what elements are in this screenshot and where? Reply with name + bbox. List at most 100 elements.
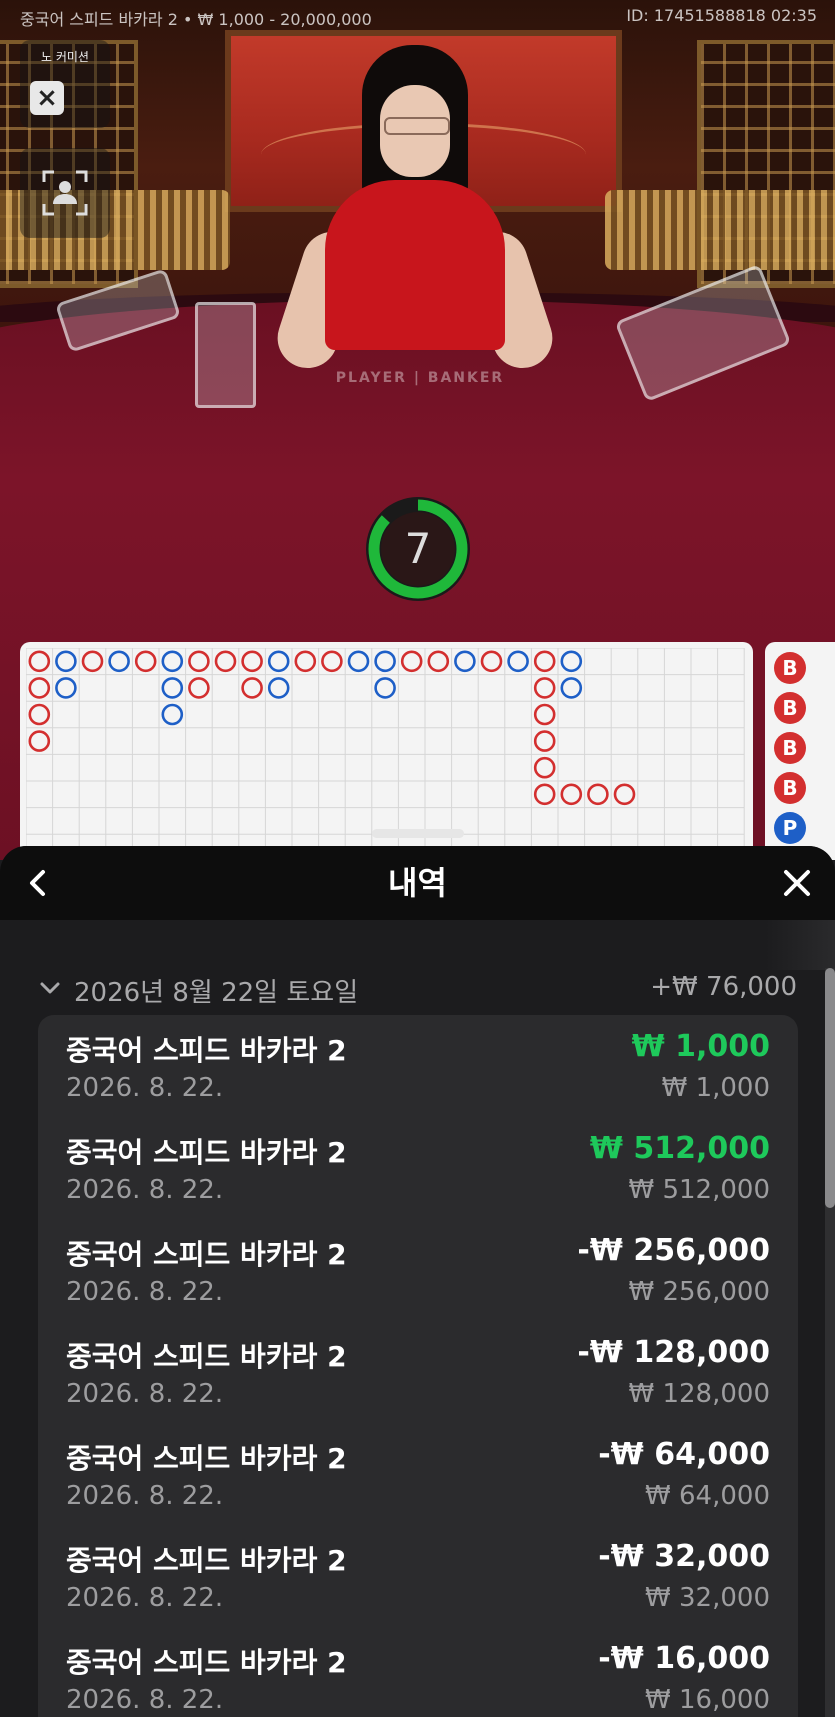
item-amount: -₩ 64,000	[598, 1437, 770, 1472]
road-mark	[374, 650, 396, 673]
road-mark	[134, 650, 157, 673]
road-mark	[374, 677, 396, 699]
bead-mark: B	[774, 732, 806, 764]
history-item[interactable]: 중국어 스피드 바카라 2 2026. 8. 22. -₩ 256,000 ₩ 256…	[38, 1219, 798, 1321]
live-video: PLAYER | BANKER 중국어 스피드 바카라 2 • ₩ 1,000 …	[0, 0, 835, 860]
road-mark	[28, 677, 51, 699]
road-mark	[533, 677, 556, 699]
sheet-drag-handle[interactable]	[372, 829, 464, 838]
close-icon[interactable]	[777, 863, 817, 903]
road-mark	[161, 677, 184, 699]
history-item[interactable]: 중국어 스피드 바카라 2 2026. 8. 22. -₩ 64,000 ₩ 64,0…	[38, 1423, 798, 1525]
item-amount: -₩ 256,000	[577, 1233, 770, 1268]
svg-text:B: B	[782, 776, 797, 800]
item-amount: -₩ 128,000	[577, 1335, 770, 1370]
svg-text:B: B	[782, 696, 797, 720]
road-mark	[533, 730, 556, 752]
item-game-name: 중국어 스피드 바카라 2	[66, 1238, 347, 1271]
gold-rail-right	[605, 190, 835, 270]
road-mark	[161, 650, 184, 673]
round-id: ID: 17451588818 02:35	[626, 6, 817, 25]
history-item[interactable]: 중국어 스피드 바카라 2 2026. 8. 22. -₩ 128,000 ₩ 128…	[38, 1321, 798, 1423]
road-mark	[188, 650, 210, 673]
svg-text:B: B	[782, 736, 797, 760]
chevron-down-icon	[40, 982, 60, 994]
table-print: PLAYER | BANKER	[335, 370, 505, 386]
road-mark	[560, 783, 583, 806]
road-mark	[400, 650, 423, 673]
history-item[interactable]: 중국어 스피드 바카라 2 2026. 8. 22. -₩ 16,000 ₩ 16,0…	[38, 1627, 798, 1717]
history-header: 내역	[0, 846, 835, 920]
road-mark	[55, 650, 77, 673]
history-sheet: 내역 2026년 8월 22일 토요일 +₩ 76,000 중국어 스피드 바카…	[0, 846, 835, 1717]
road-mark	[427, 650, 450, 673]
date-group-label: 2026년 8월 22일 토요일	[74, 978, 359, 1008]
commission-label: 노 커미션	[41, 50, 89, 64]
item-stake: ₩ 64,000	[645, 1481, 770, 1511]
road-mark	[533, 756, 556, 779]
item-game-name: 중국어 스피드 바카라 2	[66, 1442, 347, 1475]
bead-mark: B	[774, 692, 806, 724]
road-mark	[533, 703, 556, 726]
bead-road[interactable]: BBBBP	[765, 642, 835, 860]
svg-text:B: B	[782, 656, 797, 680]
item-date: 2026. 8. 22.	[66, 1379, 224, 1409]
item-amount: ₩ 1,000	[631, 1029, 770, 1064]
bead-mark: B	[774, 772, 806, 804]
history-item[interactable]: 중국어 스피드 바카라 2 2026. 8. 22. ₩ 512,000 ₩ 512,…	[38, 1117, 798, 1219]
road-mark	[347, 650, 370, 673]
item-date: 2026. 8. 22.	[66, 1073, 224, 1103]
road-mark	[108, 650, 130, 673]
item-amount: -₩ 16,000	[598, 1641, 770, 1676]
item-stake: ₩ 1,000	[661, 1073, 770, 1103]
person-focus-icon	[42, 170, 88, 216]
road-mark	[587, 783, 609, 806]
item-game-name: 중국어 스피드 바카라 2	[66, 1544, 347, 1577]
game-info: 중국어 스피드 바카라 2 • ₩ 1,000 - 20,000,000	[20, 10, 372, 29]
history-list: 중국어 스피드 바카라 2 2026. 8. 22. ₩ 1,000 ₩ 1,000 중…	[38, 1015, 798, 1717]
item-amount: ₩ 512,000	[589, 1131, 770, 1166]
item-game-name: 중국어 스피드 바카라 2	[66, 1646, 347, 1679]
item-date: 2026. 8. 22.	[66, 1175, 224, 1205]
history-item[interactable]: 중국어 스피드 바카라 2 2026. 8. 22. -₩ 32,000 ₩ 32,0…	[38, 1525, 798, 1627]
bead-mark: B	[774, 652, 806, 684]
dealer	[269, 45, 561, 376]
road-mark	[533, 650, 556, 673]
road-mark	[81, 650, 104, 673]
road-mark	[533, 783, 556, 806]
commission-panel: 노 커미션 ×	[20, 40, 110, 128]
road-mark	[294, 650, 317, 673]
road-mark	[241, 677, 263, 699]
road-mark	[28, 730, 51, 752]
item-date: 2026. 8. 22.	[66, 1583, 224, 1613]
item-date: 2026. 8. 22.	[66, 1277, 224, 1307]
history-title: 내역	[388, 864, 447, 902]
road-mark	[560, 650, 583, 673]
date-group-header[interactable]: 2026년 8월 22일 토요일 +₩ 76,000	[0, 966, 835, 1010]
history-item[interactable]: 중국어 스피드 바카라 2 2026. 8. 22. ₩ 1,000 ₩ 1,000	[38, 1015, 798, 1117]
scoreboard-roads[interactable]	[20, 642, 753, 860]
road-mark	[28, 703, 51, 726]
svg-text:P: P	[783, 816, 798, 840]
close-icon[interactable]: ×	[30, 81, 64, 115]
road-mark	[454, 650, 476, 673]
item-game-name: 중국어 스피드 바카라 2	[66, 1136, 347, 1169]
item-stake: ₩ 16,000	[645, 1685, 770, 1715]
timer-value: 7	[404, 524, 432, 573]
scrollbar-thumb[interactable]	[825, 968, 835, 1208]
camera-view-button[interactable]	[20, 148, 110, 238]
road-mark	[241, 650, 263, 673]
road-mark	[267, 677, 290, 699]
item-stake: ₩ 128,000	[628, 1379, 771, 1409]
item-game-name: 중국어 스피드 바카라 2	[66, 1034, 347, 1067]
chevron-left-icon[interactable]	[18, 863, 58, 903]
road-mark	[267, 650, 290, 673]
item-date: 2026. 8. 22.	[66, 1685, 224, 1715]
road-mark	[560, 677, 583, 699]
item-game-name: 중국어 스피드 바카라 2	[66, 1340, 347, 1373]
item-stake: ₩ 256,000	[628, 1277, 771, 1307]
item-amount: -₩ 32,000	[598, 1539, 770, 1574]
road-mark	[507, 650, 529, 673]
road-grid	[26, 648, 745, 858]
discard-holder	[195, 302, 256, 408]
